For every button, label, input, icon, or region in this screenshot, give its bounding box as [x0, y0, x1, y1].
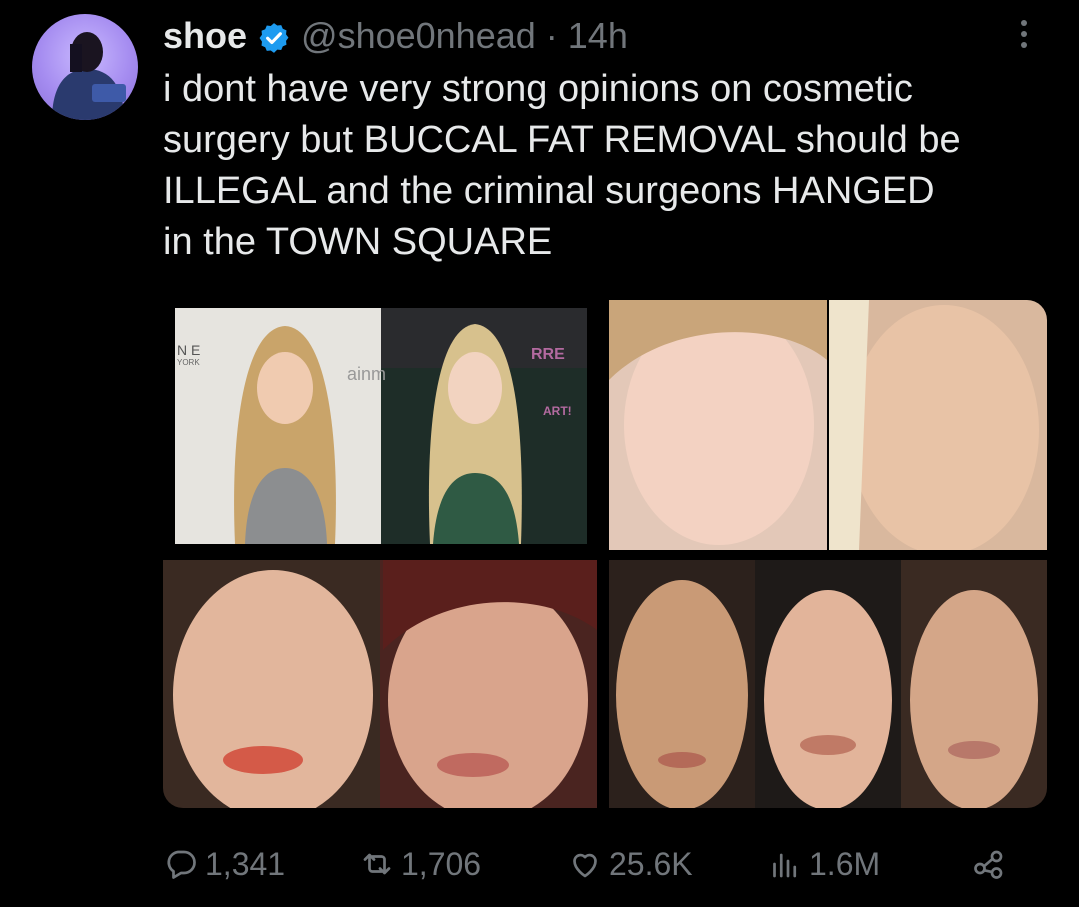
handle[interactable]: @shoe0nhead: [301, 12, 536, 60]
action-bar: 1,341 1,706 25.6K 1.6M: [163, 836, 1023, 892]
views-icon: [773, 853, 797, 878]
photo-sign-text: RRE: [531, 346, 565, 363]
reply-icon: [167, 850, 196, 879]
like-count: 25.6K: [609, 845, 693, 882]
photo-top-left[interactable]: N E YORK ainm RRE ART!: [175, 308, 587, 544]
photo-bottom-left[interactable]: [163, 560, 597, 808]
repost-count: 1,706: [401, 845, 482, 882]
avatar[interactable]: [32, 14, 138, 120]
share-icon: [974, 850, 1003, 879]
more-vert-icon[interactable]: [1009, 14, 1039, 54]
views-count: 1.6M: [809, 845, 881, 882]
photo-sign-text: YORK: [177, 358, 200, 367]
photo-bottom-right[interactable]: [609, 560, 1047, 808]
tweet-text: i dont have very strong opinions on cosm…: [163, 68, 961, 263]
tweet-header: shoe @shoe0nhead · 14h: [163, 12, 1039, 60]
reply-button[interactable]: 1,341: [163, 836, 285, 892]
like-button[interactable]: 25.6K: [567, 836, 693, 892]
photo-sign-text: N E: [177, 342, 201, 358]
photo-sign-text: ART!: [543, 404, 572, 418]
reply-count: 1,341: [205, 845, 286, 882]
share-button[interactable]: [971, 836, 1007, 892]
like-icon: [573, 853, 597, 878]
media-grid[interactable]: N E YORK ainm RRE ART!: [163, 300, 1047, 808]
photo-top-right[interactable]: [609, 300, 1047, 550]
repost-button[interactable]: 1,706: [359, 836, 481, 892]
avatar-image: [52, 32, 126, 120]
repost-icon: [363, 853, 391, 875]
separator-dot: ·: [545, 15, 558, 56]
verified-badge-icon: [257, 19, 291, 53]
views-button[interactable]: 1.6M: [767, 836, 880, 892]
display-name[interactable]: shoe: [163, 12, 247, 60]
timestamp[interactable]: 14h: [568, 12, 628, 60]
photo-sign-text: ainm: [347, 364, 387, 384]
